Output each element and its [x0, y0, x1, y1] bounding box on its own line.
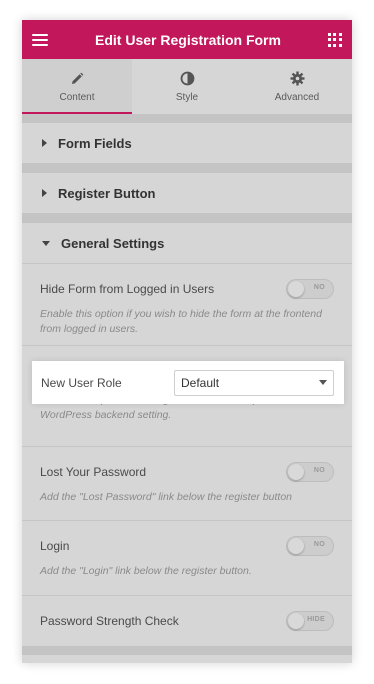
panel-header: Edit User Registration Form	[22, 20, 352, 59]
new-user-role-select[interactable]: Default	[174, 369, 334, 396]
section-gap	[22, 646, 352, 655]
password-strength-label: Password Strength Check	[40, 614, 179, 628]
toggle-knob	[288, 538, 304, 554]
login-description: Add the "Login" link below the register …	[40, 565, 252, 577]
password-strength-toggle[interactable]: HIDE	[286, 611, 334, 631]
lost-password-description: Add the "Lost Password" link below the r…	[40, 491, 293, 503]
tab-style[interactable]: Style	[132, 59, 242, 114]
control-login: Login NO Add the "Login" link below the …	[22, 521, 352, 595]
hide-form-toggle[interactable]: NO	[286, 279, 334, 299]
lost-password-toggle[interactable]: NO	[286, 462, 334, 482]
section-gap	[22, 163, 352, 173]
toggle-state-text: HIDE	[307, 616, 325, 623]
editor-panel: Edit User Registration Form Content Styl…	[22, 20, 352, 663]
section-gap	[22, 213, 352, 223]
pencil-icon	[70, 71, 84, 87]
new-user-role-value: Default	[181, 375, 220, 390]
gear-icon	[290, 71, 305, 87]
contrast-icon	[180, 71, 195, 87]
tab-content-label: Content	[59, 91, 95, 103]
section-general-settings[interactable]: General Settings	[22, 223, 352, 263]
toggle-knob	[288, 464, 304, 480]
chevron-down-icon	[319, 380, 327, 385]
toggle-state-text: NO	[313, 284, 325, 291]
section-title: Register Button	[58, 185, 156, 201]
caret-down-icon	[42, 240, 50, 246]
toggle-state-text: NO	[313, 541, 325, 548]
control-lost-password: Lost Your Password NO Add the "Lost Pass…	[22, 447, 352, 520]
login-toggle[interactable]: NO	[286, 536, 334, 556]
toggle-state-text: NO	[313, 467, 325, 474]
section-title: Form Fields	[58, 135, 132, 151]
tab-content[interactable]: Content	[22, 59, 132, 114]
panel-title: Edit User Registration Form	[95, 31, 281, 48]
section-register-button[interactable]: Register Button	[22, 173, 352, 213]
tab-advanced-label: Advanced	[274, 91, 320, 103]
section-form-fields[interactable]: Form Fields	[22, 123, 352, 163]
tab-advanced[interactable]: Advanced	[242, 59, 352, 114]
control-password-strength: Password Strength Check HIDE	[22, 596, 352, 646]
section-gap	[22, 114, 352, 123]
menu-icon[interactable]	[32, 33, 48, 46]
lost-password-label: Lost Your Password	[40, 465, 147, 479]
new-user-role-label: New User Role	[41, 375, 122, 390]
panel-tabs: Content Style Advanced	[22, 59, 352, 114]
widgets-grid-icon[interactable]	[327, 32, 342, 47]
caret-right-icon	[42, 139, 47, 147]
toggle-knob	[288, 613, 304, 629]
tab-style-label: Style	[175, 91, 199, 103]
caret-right-icon	[42, 189, 47, 197]
control-hide-form: Hide Form from Logged in Users NO Enable…	[22, 264, 352, 345]
hide-form-label: Hide Form from Logged in Users	[40, 282, 215, 296]
toggle-knob	[288, 281, 304, 297]
section-title: General Settings	[61, 235, 165, 251]
hide-form-description: Enable this option if you wish to hide t…	[40, 308, 322, 335]
new-user-role-row: New User Role Default	[32, 361, 344, 404]
login-label: Login	[40, 539, 70, 553]
